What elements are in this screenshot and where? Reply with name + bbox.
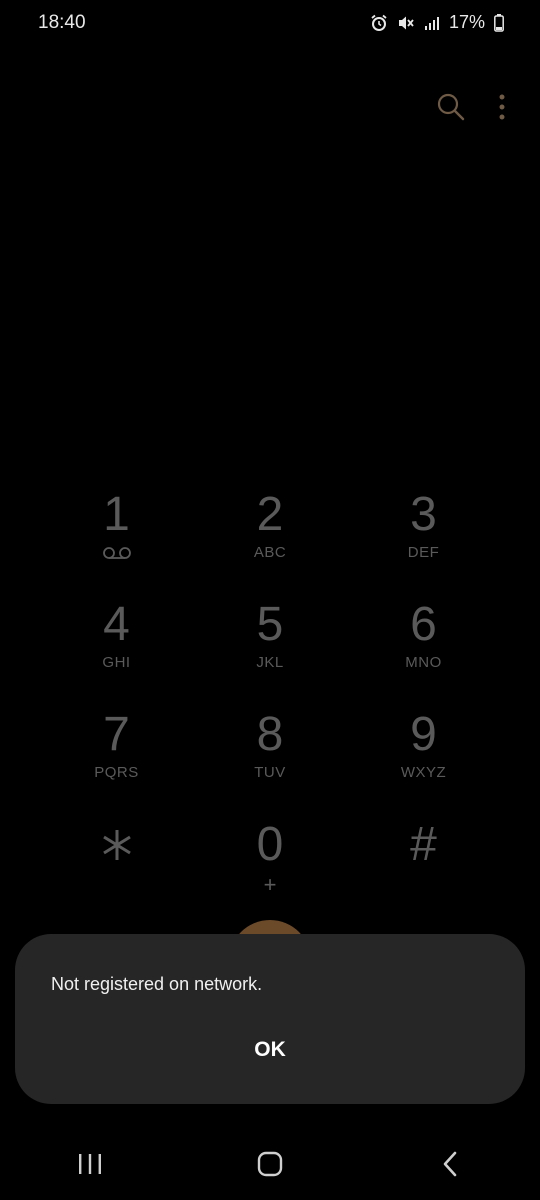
asterisk-icon	[102, 818, 132, 872]
dialpad-row: 1 2 ABC 3 DEF	[40, 488, 500, 598]
key-letters: TUV	[254, 764, 286, 781]
more-options-icon[interactable]	[498, 93, 506, 121]
dialog-message: Not registered on network.	[51, 974, 263, 994]
key-digit: #	[410, 818, 437, 871]
key-1[interactable]: 1	[40, 488, 193, 598]
key-4[interactable]: 4 GHI	[40, 598, 193, 708]
key-digit: 5	[256, 598, 284, 651]
key-digit: 9	[410, 708, 437, 761]
key-digit: 7	[103, 708, 130, 761]
back-icon[interactable]	[420, 1134, 480, 1194]
key-digit: 0	[256, 818, 284, 871]
key-digit: 2	[256, 488, 284, 541]
key-7[interactable]: 7 PQRS	[40, 708, 193, 818]
mute-icon	[397, 14, 415, 32]
dialpad-row: 4 GHI 5 JKL 6 MNO	[40, 598, 500, 708]
battery-icon	[494, 13, 504, 32]
key-letters: ABC	[253, 544, 287, 561]
key-letters: WXYZ	[400, 764, 447, 781]
key-letters: PQRS	[94, 764, 139, 781]
key-digit: 3	[410, 488, 437, 541]
key-letters: JKL	[256, 654, 284, 671]
network-error-dialog: Not registered on network. OK	[15, 934, 525, 1104]
status-bar: 18:40 17%	[0, 0, 540, 46]
key-digit: 1	[103, 488, 130, 541]
key-2[interactable]: 2 ABC	[194, 488, 347, 598]
key-9[interactable]: 9 WXYZ	[347, 708, 500, 818]
key-5[interactable]: 5 JKL	[194, 598, 347, 708]
navigation-bar	[0, 1128, 540, 1200]
signal-icon	[424, 15, 440, 31]
key-letters: GHI	[102, 654, 131, 671]
key-hash[interactable]: #	[347, 818, 500, 928]
battery-percent: 17%	[448, 12, 485, 32]
status-time: 18:40	[38, 12, 86, 33]
home-icon[interactable]	[240, 1134, 300, 1194]
ok-button[interactable]: OK	[15, 1032, 525, 1068]
search-icon[interactable]	[436, 92, 466, 122]
key-8[interactable]: 8 TUV	[194, 708, 347, 818]
dialpad: 1 2 ABC 3 DEF 4 GHI 5 JKL 6 MNO 7 PQRS 8…	[40, 488, 500, 928]
key-3[interactable]: 3 DEF	[347, 488, 500, 598]
recent-apps-icon[interactable]	[60, 1134, 120, 1194]
key-0[interactable]: 0 +	[194, 818, 347, 928]
key-digit: 4	[103, 598, 130, 651]
dialpad-row: 7 PQRS 8 TUV 9 WXYZ	[40, 708, 500, 818]
key-digit: 6	[410, 598, 437, 651]
key-letters: MNO	[405, 654, 442, 671]
key-letters: DEF	[407, 544, 440, 561]
key-digit: 8	[256, 708, 284, 761]
dialpad-row: * 0 + #	[40, 818, 500, 928]
key-letters: +	[263, 872, 277, 897]
status-icons: 17%	[370, 12, 504, 33]
toolbar-actions	[436, 92, 506, 122]
key-star[interactable]: *	[40, 818, 193, 928]
alarm-icon	[370, 14, 388, 32]
key-6[interactable]: 6 MNO	[347, 598, 500, 708]
voicemail-icon	[102, 544, 132, 562]
